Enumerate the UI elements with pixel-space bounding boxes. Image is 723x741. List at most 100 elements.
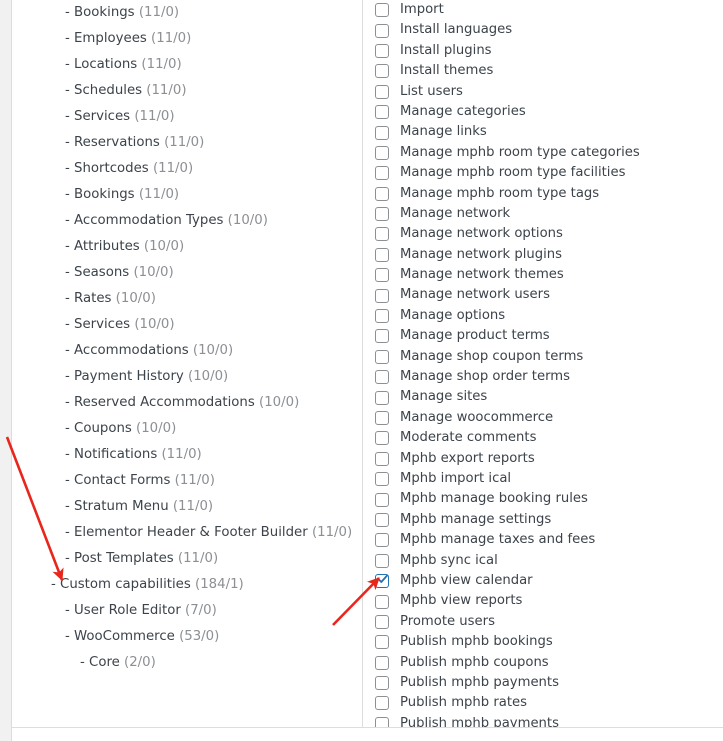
capability-row[interactable]: Manage network options (375, 224, 723, 244)
capability-row[interactable]: Manage shop order terms (375, 367, 723, 387)
capability-row[interactable]: Publish mphb rates (375, 693, 723, 713)
checkbox-icon[interactable] (375, 329, 389, 344)
checkbox-icon[interactable] (375, 247, 389, 262)
checkbox-icon[interactable] (375, 84, 389, 99)
capability-row[interactable]: Manage mphb room type tags (375, 184, 723, 204)
capability-row[interactable]: Import (375, 0, 723, 20)
checkbox-icon[interactable] (375, 105, 389, 120)
checkbox-icon[interactable] (375, 411, 389, 425)
capability-row[interactable]: Mphb import ical (375, 469, 723, 489)
capability-row[interactable]: Promote users (375, 612, 723, 632)
tree-row[interactable]: - Contact Forms (11/0) (12, 468, 362, 494)
tree-row[interactable]: - Shortcodes (11/0) (12, 156, 362, 182)
checkbox-icon[interactable] (375, 125, 389, 140)
capability-row[interactable]: List users (375, 82, 723, 102)
capability-row[interactable]: Manage mphb room type categories (375, 143, 723, 163)
tree-row[interactable]: - Services (11/0) (12, 104, 362, 130)
checkbox-icon[interactable] (375, 23, 389, 38)
capability-row[interactable]: Install languages (375, 20, 723, 40)
capability-row[interactable]: Install plugins (375, 41, 723, 61)
tree-row[interactable]: - Reservations (11/0) (12, 130, 362, 156)
tree-item-label: Coupons (74, 421, 132, 436)
checkbox-icon[interactable] (375, 655, 389, 670)
tree-row[interactable]: - Attributes (10/0) (12, 234, 362, 260)
checkbox-icon[interactable] (375, 472, 389, 487)
tree-row[interactable]: - Bookings (11/0) (12, 182, 362, 208)
capability-row[interactable]: Mphb manage taxes and fees (375, 530, 723, 550)
capability-row[interactable]: Manage categories (375, 102, 723, 122)
checkbox-icon[interactable] (375, 512, 389, 527)
capability-row[interactable]: Manage options (375, 306, 723, 326)
capability-checkbox-list[interactable]: Import Install languages Install plugins In… (375, 0, 723, 727)
tree-row[interactable]: - Notifications (11/0) (12, 442, 362, 468)
capability-row[interactable]: Manage product terms (375, 326, 723, 346)
tree-row[interactable]: - WooCommerce (53/0) (12, 624, 362, 650)
checkbox-icon[interactable] (375, 309, 389, 324)
tree-row[interactable]: - Seasons (10/0) (12, 260, 362, 286)
capability-row[interactable]: Manage mphb room type facilities (375, 163, 723, 183)
checkbox-icon[interactable] (375, 451, 389, 466)
capability-row[interactable]: Publish mphb payments (375, 714, 723, 727)
tree-row[interactable]: - Reserved Accommodations (10/0) (12, 390, 362, 416)
tree-row[interactable]: - Services (10/0) (12, 312, 362, 338)
tree-row[interactable]: - Rates (10/0) (12, 286, 362, 312)
checkbox-icon[interactable] (375, 696, 389, 711)
tree-row[interactable]: - Custom capabilities (184/1) (12, 572, 362, 598)
checkbox-icon[interactable] (375, 635, 389, 650)
capability-row[interactable]: Mphb manage settings (375, 510, 723, 530)
capability-row[interactable]: Manage shop coupon terms (375, 347, 723, 367)
checkbox-icon[interactable] (375, 3, 389, 18)
capability-row[interactable]: Mphb manage booking rules (375, 489, 723, 509)
checkbox-icon[interactable] (375, 207, 389, 222)
checkbox-icon[interactable] (375, 227, 389, 242)
tree-row[interactable]: - Payment History (10/0) (12, 364, 362, 390)
checkbox-icon[interactable] (375, 349, 389, 364)
tree-row[interactable]: - Employees (11/0) (12, 26, 362, 52)
tree-row[interactable]: - Accommodations (10/0) (12, 338, 362, 364)
checkbox-icon[interactable] (375, 64, 389, 79)
checkbox-icon[interactable] (375, 594, 389, 609)
capability-row[interactable]: Manage network users (375, 285, 723, 305)
capability-row[interactable]: Manage woocommerce (375, 408, 723, 428)
checkbox-icon[interactable] (375, 370, 389, 385)
capability-row[interactable]: Publish mphb bookings (375, 632, 723, 652)
capability-row[interactable]: Mphb view reports (375, 591, 723, 611)
checkbox-icon[interactable] (375, 676, 389, 691)
tree-row[interactable]: - Schedules (11/0) (12, 78, 362, 104)
tree-row[interactable]: - Coupons (10/0) (12, 416, 362, 442)
checkbox-icon[interactable] (375, 553, 389, 568)
checkbox-icon[interactable] (375, 533, 389, 548)
checkbox-checked-icon[interactable] (375, 574, 389, 589)
checkbox-icon[interactable] (375, 288, 389, 303)
capability-row[interactable]: Manage links (375, 122, 723, 142)
capability-row[interactable]: Mphb view calendar (375, 571, 723, 591)
capability-row[interactable]: Publish mphb payments (375, 673, 723, 693)
capability-row[interactable]: Manage network (375, 204, 723, 224)
capability-row[interactable]: Mphb sync ical (375, 551, 723, 571)
checkbox-icon[interactable] (375, 492, 389, 507)
capability-row[interactable]: Mphb export reports (375, 449, 723, 469)
checkbox-icon[interactable] (375, 268, 389, 283)
tree-row[interactable]: - Stratum Menu (11/0) (12, 494, 362, 520)
capability-row[interactable]: Publish mphb coupons (375, 653, 723, 673)
capability-row[interactable]: Manage network themes (375, 265, 723, 285)
checkbox-icon[interactable] (375, 716, 389, 727)
tree-row[interactable]: - Elementor Header & Footer Builder (11/… (12, 520, 362, 546)
tree-row[interactable]: - User Role Editor (7/0) (12, 598, 362, 624)
tree-row[interactable]: - Accommodation Types (10/0) (12, 208, 362, 234)
capability-row[interactable]: Manage network plugins (375, 245, 723, 265)
capability-row[interactable]: Install themes (375, 61, 723, 81)
checkbox-icon[interactable] (375, 166, 389, 181)
tree-row[interactable]: - Core (2/0) (12, 650, 362, 676)
checkbox-icon[interactable] (375, 186, 389, 201)
tree-row[interactable]: - Bookings (11/0) (12, 0, 362, 26)
checkbox-icon[interactable] (375, 431, 389, 446)
tree-row[interactable]: - Locations (11/0) (12, 52, 362, 78)
tree-row[interactable]: - Post Templates (11/0) (12, 546, 362, 572)
checkbox-icon[interactable] (375, 145, 389, 160)
checkbox-icon[interactable] (375, 43, 389, 58)
capability-row[interactable]: Manage sites (375, 387, 723, 407)
capability-row[interactable]: Moderate comments (375, 428, 723, 448)
checkbox-icon[interactable] (375, 614, 389, 629)
checkbox-icon[interactable] (375, 390, 389, 405)
